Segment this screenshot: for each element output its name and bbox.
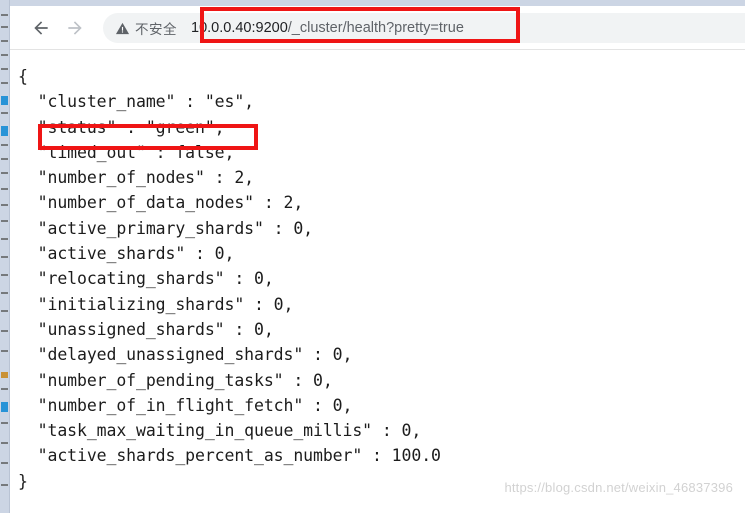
minimap-mark — [1, 14, 8, 16]
minimap-mark — [1, 388, 8, 390]
arrow-left-icon — [34, 20, 48, 35]
minimap-mark — [1, 40, 8, 42]
minimap-mark — [1, 462, 8, 464]
minimap-mark — [1, 82, 8, 84]
minimap-mark — [1, 54, 8, 56]
minimap-mark — [1, 220, 8, 222]
back-button[interactable] — [26, 13, 56, 43]
minimap-mark — [1, 126, 8, 136]
site-security-chip[interactable]: 不安全 — [115, 18, 177, 38]
minimap-mark — [1, 310, 8, 312]
minimap-mark — [1, 144, 8, 146]
url-text[interactable]: 10.0.0.40:9200/_cluster/health?pretty=tr… — [191, 19, 745, 37]
json-response-body: { "cluster_name" : "es", "status" : "gre… — [18, 67, 441, 491]
minimap-mark — [1, 68, 8, 70]
warning-triangle-icon — [115, 22, 130, 34]
minimap-mark — [1, 372, 8, 378]
minimap-mark — [1, 158, 8, 160]
minimap-mark — [1, 188, 8, 190]
url-path: /_cluster/health?pretty=true — [287, 20, 464, 36]
minimap-mark — [1, 402, 8, 412]
minimap-mark — [1, 422, 8, 424]
minimap-mark — [1, 256, 8, 258]
minimap-mark — [1, 172, 8, 174]
minimap-mark — [1, 442, 8, 444]
minimap-mark — [1, 274, 8, 276]
minimap-mark — [1, 330, 8, 332]
minimap-mark — [1, 96, 8, 105]
minimap-mark — [1, 112, 8, 114]
background-window-sliver — [0, 0, 10, 513]
minimap-mark — [1, 204, 8, 206]
forward-button[interactable] — [60, 13, 90, 43]
page-viewport: { "cluster_name" : "es", "status" : "gre… — [10, 51, 745, 513]
minimap-mark — [1, 292, 8, 294]
watermark-text: https://blog.csdn.net/weixin_46837396 — [504, 480, 733, 495]
minimap-mark — [1, 350, 8, 352]
minimap-mark — [1, 238, 8, 240]
security-status-label: 不安全 — [135, 22, 177, 38]
address-bar[interactable]: 不安全 10.0.0.40:9200/_cluster/health?prett… — [103, 13, 745, 43]
minimap-mark — [1, 26, 8, 28]
arrow-right-icon — [68, 20, 82, 35]
minimap-mark — [1, 484, 8, 486]
url-host: 10.0.0.40:9200 — [191, 20, 288, 36]
